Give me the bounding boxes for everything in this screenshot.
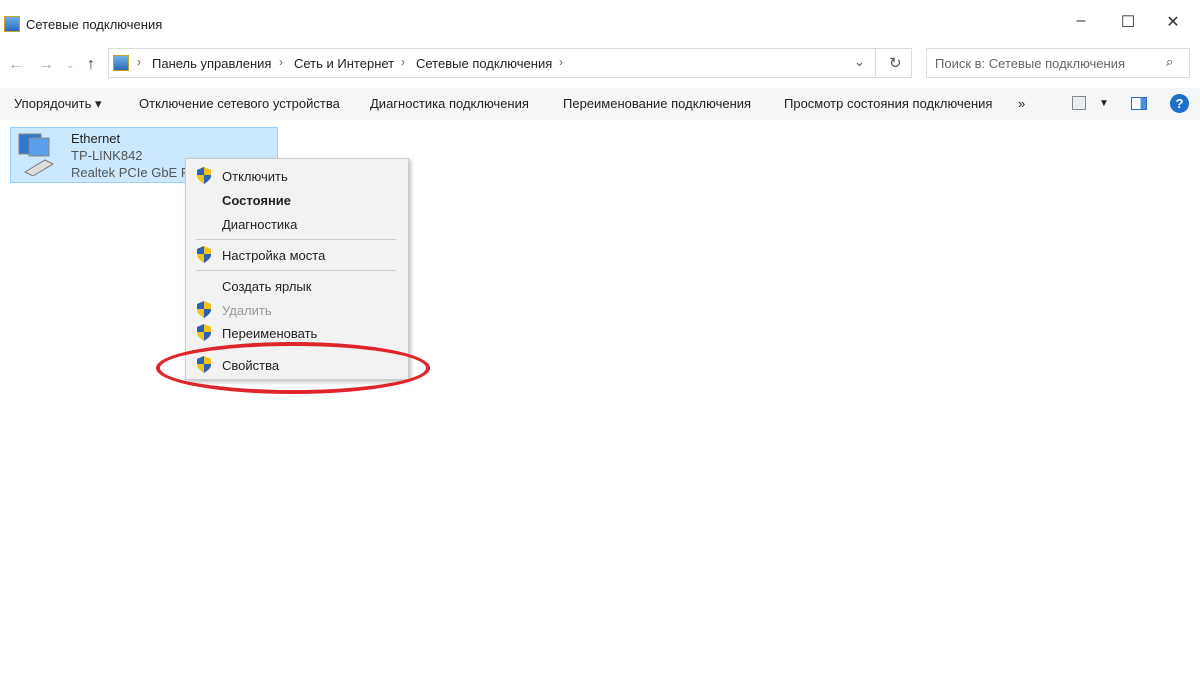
breadcrumb-separator: › [401, 55, 405, 69]
menu-item-disable[interactable]: Отключить [222, 169, 288, 184]
connection-name: Ethernet [71, 131, 121, 146]
up-arrow-icon[interactable]: ↑ [87, 56, 95, 74]
more-button[interactable]: » [1018, 96, 1025, 111]
menu-item-rename[interactable]: Переименовать [222, 326, 317, 341]
view-status-button[interactable]: Просмотр состояния подключения [784, 96, 992, 111]
diagnose-button[interactable]: Диагностика подключения [370, 96, 529, 111]
breadcrumb-network-internet[interactable]: Сеть и Интернет [294, 56, 394, 71]
uac-shield-icon [197, 167, 211, 184]
address-dropdown-icon[interactable]: ⌄ [854, 54, 865, 70]
menu-item-shortcut[interactable]: Создать ярлык [222, 279, 311, 294]
view-options-icon[interactable] [1072, 96, 1086, 110]
window-title: Сетевые подключения [26, 17, 163, 32]
command-bar: Упорядочить ▾ Отключение сетевого устрой… [0, 88, 1200, 120]
refresh-icon[interactable]: ↻ [889, 54, 902, 72]
recent-chevron-icon[interactable]: ⌄ [66, 60, 74, 71]
menu-item-delete: Удалить [222, 303, 272, 318]
red-highlight-ellipse [156, 342, 430, 394]
close-button[interactable]: ✕ [1158, 12, 1188, 36]
network-connections-icon [4, 16, 20, 32]
uac-shield-icon [197, 301, 211, 318]
title-bar: Сетевые подключения – ☐ ✕ [0, 0, 1200, 46]
connection-adapter: Realtek PCIe GbE Fa [71, 165, 196, 180]
help-icon[interactable]: ? [1170, 94, 1189, 113]
minimize-button[interactable]: – [1066, 12, 1096, 36]
network-adapter-icon [17, 132, 57, 177]
breadcrumb-network-connections[interactable]: Сетевые подключения [416, 56, 552, 71]
breadcrumb-separator: › [279, 55, 283, 69]
uac-shield-icon [197, 246, 211, 263]
menu-item-status[interactable]: Состояние [222, 193, 291, 208]
location-icon [113, 55, 129, 71]
search-input[interactable]: Поиск в: Сетевые подключения [926, 48, 1190, 78]
breadcrumb-separator: › [137, 55, 141, 69]
forward-arrow-icon[interactable]: → [38, 56, 54, 74]
view-dropdown-icon[interactable]: ▼ [1099, 98, 1109, 109]
rename-button[interactable]: Переименование подключения [563, 96, 751, 111]
maximize-button[interactable]: ☐ [1113, 12, 1143, 36]
uac-shield-icon [197, 324, 211, 341]
menu-item-diagnose[interactable]: Диагностика [222, 217, 297, 232]
back-arrow-icon[interactable]: ← [8, 56, 24, 74]
breadcrumb-separator: › [559, 55, 563, 69]
search-icon[interactable]: ⌕ [1166, 54, 1173, 70]
address-bar[interactable]: › Панель управления › Сеть и Интернет › … [108, 48, 912, 78]
preview-pane-icon[interactable] [1131, 97, 1147, 110]
connection-network: TP-LINK842 [71, 148, 143, 163]
disable-device-button[interactable]: Отключение сетевого устройства [139, 96, 340, 111]
breadcrumb-control-panel[interactable]: Панель управления [152, 56, 271, 71]
organize-button[interactable]: Упорядочить ▾ [14, 96, 102, 112]
menu-item-bridge[interactable]: Настройка моста [222, 248, 325, 263]
